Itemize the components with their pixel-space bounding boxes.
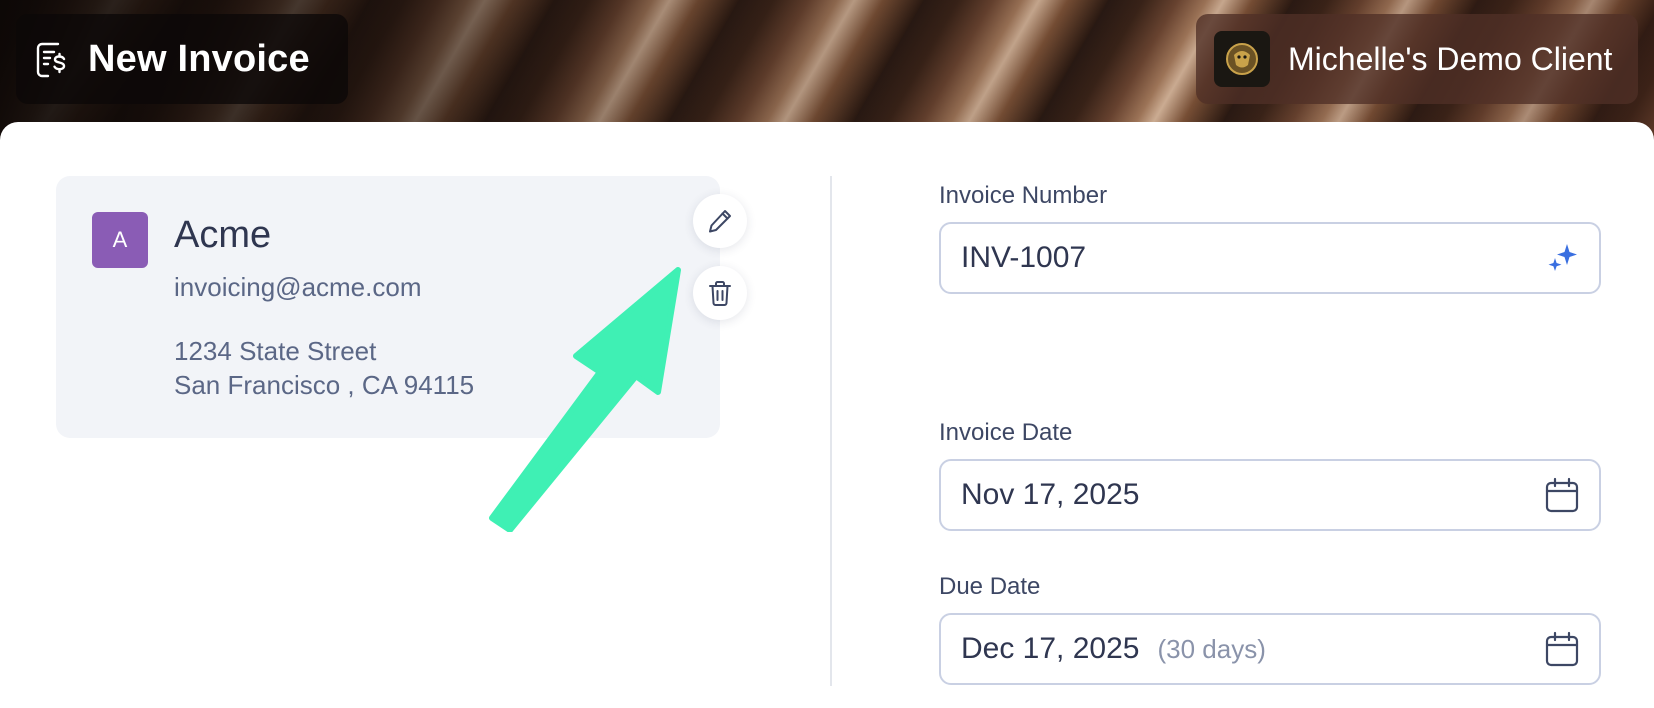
client-switcher[interactable]: Michelle's Demo Client (1196, 14, 1638, 104)
delete-customer-button[interactable] (693, 266, 747, 320)
calendar-icon[interactable] (1543, 630, 1581, 668)
customer-email: invoicing@acme.com (174, 272, 422, 302)
pencil-icon (705, 206, 735, 236)
invoice-date-field[interactable]: Nov 17, 2025 (939, 459, 1601, 531)
sparkle-icon[interactable] (1545, 240, 1581, 276)
edit-customer-button[interactable] (693, 194, 747, 248)
due-date-label: Due Date (939, 573, 1041, 600)
customer-address-line2: San Francisco , CA 94115 (174, 370, 475, 400)
due-date-value: Dec 17, 2025 (961, 632, 1140, 665)
page-title-pill: New Invoice (16, 14, 348, 104)
due-date-hint: (30 days) (1157, 633, 1266, 664)
customer-address-line1: 1234 State Street (174, 336, 377, 366)
invoice-date-label: Invoice Date (939, 419, 1073, 446)
customer-avatar: A (92, 212, 148, 268)
column-divider (830, 176, 832, 686)
invoice-number-field[interactable]: INV-1007 (939, 222, 1601, 294)
customer-name: Acme (174, 214, 272, 256)
calendar-icon[interactable] (1543, 476, 1581, 514)
due-date-field[interactable]: Dec 17, 2025 (30 days) (939, 613, 1601, 685)
page-title: New Invoice (88, 37, 310, 80)
invoice-dollar-icon (34, 39, 70, 79)
invoice-number-label: Invoice Number (939, 182, 1108, 209)
trash-icon (705, 278, 735, 308)
client-logo (1214, 31, 1270, 87)
annotation-arrow (489, 267, 681, 532)
invoice-date-value: Nov 17, 2025 (961, 478, 1140, 511)
invoice-number-value: INV-1007 (961, 241, 1087, 274)
client-name: Michelle's Demo Client (1288, 40, 1613, 77)
